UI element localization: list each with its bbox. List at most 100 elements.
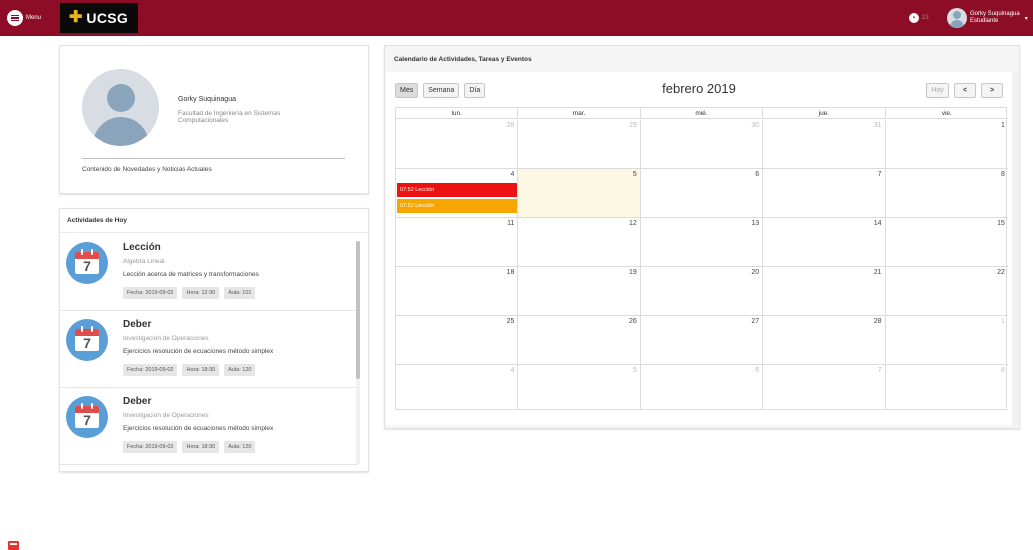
day-number: 13 xyxy=(751,220,760,227)
day-number: 29 xyxy=(628,122,637,129)
calendar-day[interactable]: 6 xyxy=(641,365,764,410)
prev-month-button[interactable]: < xyxy=(954,83,976,98)
day-number: 25 xyxy=(506,318,515,325)
calendar-title: Calendario de Actividades, Tareas y Even… xyxy=(394,56,532,63)
calendar-day[interactable]: 21 xyxy=(763,267,886,315)
calendar-day[interactable]: 7 xyxy=(763,169,886,217)
activity-tags: Fecha: 2019-09-02 Hora: 18:30 Aula: 120 xyxy=(123,364,256,376)
calendar-day[interactable]: 14 xyxy=(763,218,886,266)
day-number: 31 xyxy=(873,122,882,129)
brand-logo-link[interactable]: ✚ UCSG xyxy=(60,3,138,33)
calendar-day[interactable]: 11 xyxy=(396,218,519,266)
activity-item[interactable]: 7 Lección Algebra Lineal Lección acerca … xyxy=(60,234,358,311)
day-number: 1 xyxy=(1001,122,1005,129)
day-number: 5 xyxy=(632,171,637,178)
activity-subject: Investigacion de Operaciones xyxy=(123,412,209,419)
calendar-day[interactable]: 28 xyxy=(396,120,519,168)
calendar-day[interactable]: 27 xyxy=(641,316,764,364)
next-month-button[interactable]: > xyxy=(981,83,1003,98)
calendar-icon: 7 xyxy=(66,396,108,438)
calendar-day[interactable]: 28 xyxy=(763,316,886,364)
activity-title: Deber xyxy=(123,319,152,330)
profile-faculty: Facultad de Ingeniería en Sistemas Compu… xyxy=(178,110,281,124)
calendar-day[interactable]: 4 07:52 Lección 07:52 Lección xyxy=(396,169,519,217)
weekday-label: vie. xyxy=(941,110,952,117)
calendar-card: Calendario de Actividades, Tareas y Even… xyxy=(384,45,1020,429)
calendar-day[interactable]: 29 xyxy=(518,120,641,168)
day-number: 8 xyxy=(1001,171,1005,178)
activity-description: Ejercicios resolución de ecuaciones méto… xyxy=(123,425,274,432)
presentation-icon[interactable] xyxy=(8,541,19,550)
menu-button[interactable]: Menu xyxy=(7,10,41,26)
time-badge: Hora: 18:30 xyxy=(182,441,220,453)
calendar-day[interactable]: 19 xyxy=(518,267,641,315)
calendar-day[interactable]: 8 xyxy=(886,365,1008,410)
profile-card: Gorky Suquinagua Facultad de Ingeniería … xyxy=(59,45,369,194)
calendar-day[interactable]: 7 xyxy=(763,365,886,410)
date-badge: Fecha: 2019-09-02 xyxy=(123,364,178,376)
calendar-day[interactable]: 8 xyxy=(886,169,1008,217)
activity-description: Lección acerca de matrices y transformac… xyxy=(123,271,259,278)
day-number: 6 xyxy=(755,171,760,178)
activity-item[interactable]: 7 Deber Investigacion de Operaciones Eje… xyxy=(60,311,358,388)
calendar-day[interactable]: 30 xyxy=(641,120,764,168)
day-number: 7 xyxy=(877,367,882,374)
day-number: 26 xyxy=(628,318,637,325)
notification-count: 23 xyxy=(922,15,929,21)
calendar-scrollbar[interactable] xyxy=(1013,72,1019,425)
day-number: 18 xyxy=(506,269,515,276)
today-button[interactable]: Hoy xyxy=(926,83,949,98)
calendar-day[interactable]: 1 xyxy=(886,316,1008,364)
room-badge: Aula: 101 xyxy=(224,287,256,299)
day-number: 4 xyxy=(510,171,515,178)
day-number: 8 xyxy=(1001,367,1005,374)
calendar-day[interactable]: 4 xyxy=(396,365,519,410)
calendar-day[interactable]: 20 xyxy=(641,267,764,315)
hamburger-icon xyxy=(7,10,23,26)
room-badge: Aula: 120 xyxy=(224,441,256,453)
day-number: 28 xyxy=(873,318,882,325)
calendar-day[interactable]: 31 xyxy=(763,120,886,168)
day-number: 7 xyxy=(877,171,882,178)
calendar-day[interactable]: 25 xyxy=(396,316,519,364)
weekday-label: mié. xyxy=(641,108,764,119)
calendar-day-today[interactable]: 5 xyxy=(518,169,641,217)
day-number: 22 xyxy=(997,269,1005,276)
day-number: 20 xyxy=(751,269,760,276)
calendar-week: 4 5 6 7 8 xyxy=(396,365,1008,410)
calendar-day[interactable]: 18 xyxy=(396,267,519,315)
calendar-day[interactable]: 26 xyxy=(518,316,641,364)
activity-item[interactable]: 7 Deber Investigacion de Operaciones Eje… xyxy=(60,388,358,465)
user-menu[interactable]: Gorky Suquinagua Estudiante ▾ xyxy=(947,8,1028,28)
calendar-week: 4 07:52 Lección 07:52 Lección 5 6 7 8 xyxy=(396,169,1008,218)
activities-scrollbar-thumb[interactable] xyxy=(356,241,360,379)
weekday-header: lun. mar. mié. jue. vie. xyxy=(396,108,1008,119)
weekday-label: mar. xyxy=(518,108,641,119)
activity-title: Deber xyxy=(123,396,152,407)
calendar-day[interactable]: 1 xyxy=(886,120,1008,168)
calendar-event[interactable]: 07:52 Lección xyxy=(397,199,517,213)
calendar-day[interactable]: 6 xyxy=(641,169,764,217)
activity-tags: Fecha: 2019-09-02 Hora: 12:30 Aula: 101 xyxy=(123,287,256,299)
calendar-grid: lun. mar. mié. jue. vie. 28 29 30 31 1 4… xyxy=(395,107,1008,410)
activities-card: Actividades de Hoy 7 Lección Algebra Lin… xyxy=(59,208,369,472)
lock-icon: ▪ xyxy=(909,13,919,23)
menu-label: Menu xyxy=(26,15,42,21)
calendar-day[interactable]: 12 xyxy=(518,218,641,266)
user-avatar-icon xyxy=(947,8,967,28)
calendar-day[interactable]: 22 xyxy=(886,267,1008,315)
day-number: 15 xyxy=(997,220,1005,227)
calendar-day[interactable]: 5 xyxy=(518,365,641,410)
profile-divider xyxy=(82,158,345,159)
calendar-day[interactable]: 13 xyxy=(641,218,764,266)
notifications-button[interactable]: ▪ 23 xyxy=(909,13,929,23)
activity-tags: Fecha: 2019-09-02 Hora: 18:30 Aula: 120 xyxy=(123,441,256,453)
day-number: 1 xyxy=(1001,318,1005,325)
weekday-label: jue. xyxy=(763,108,886,119)
calendar-week: 28 29 30 31 1 xyxy=(396,120,1008,169)
time-badge: Hora: 18:30 xyxy=(182,364,220,376)
activity-title: Lección xyxy=(123,242,161,253)
calendar-day[interactable]: 15 xyxy=(886,218,1008,266)
time-badge: Hora: 12:30 xyxy=(182,287,220,299)
calendar-event[interactable]: 07:52 Lección xyxy=(397,183,517,197)
